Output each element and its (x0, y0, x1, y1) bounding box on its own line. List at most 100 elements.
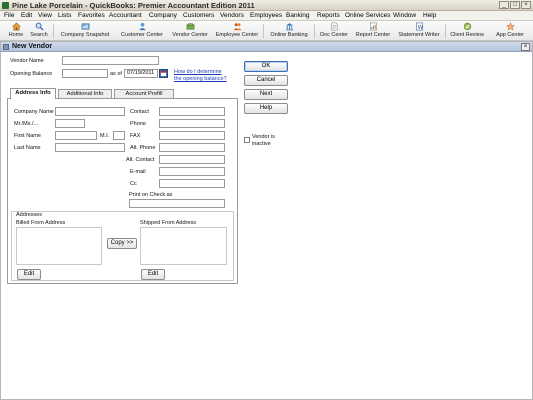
dialog-title-bar: New Vendor × (1, 42, 532, 52)
opening-balance-input[interactable] (62, 69, 108, 78)
app-center-icon (505, 22, 515, 31)
form-icon (3, 44, 9, 50)
toolbar-separator (263, 24, 264, 38)
quickbooks-logo-icon (2, 2, 9, 9)
toolbar-doc-center-button[interactable]: Doc Center (317, 22, 351, 40)
mr-ms-label: Mr./Ms./... (14, 121, 39, 127)
menu-online-services[interactable]: Online Services (345, 12, 391, 19)
company-name-label: Company Name (14, 109, 54, 115)
menu-window[interactable]: Window (393, 12, 416, 19)
billed-from-label: Billed From Address (16, 220, 66, 226)
addresses-label: Addresses (16, 212, 42, 218)
tab-address-info[interactable]: Address Info (10, 88, 56, 99)
toolbar-vendor-center-button[interactable]: Vendor Center (168, 22, 212, 40)
cc-input[interactable] (159, 179, 225, 188)
edit-shipped-address-button[interactable]: Edit (141, 269, 165, 280)
menu-edit[interactable]: Edit (21, 12, 32, 19)
report-center-icon (369, 22, 377, 31)
calendar-button[interactable] (159, 69, 168, 78)
menu-reports[interactable]: Reports (317, 12, 340, 19)
first-name-input[interactable] (55, 131, 97, 140)
menu-company[interactable]: Company (149, 12, 177, 19)
mi-input[interactable] (113, 131, 125, 140)
last-name-input[interactable] (55, 143, 125, 152)
statement-writer-icon: W (415, 22, 423, 31)
menu-file[interactable]: File (4, 12, 14, 19)
toolbar-customer-center-button[interactable]: Customer Center (116, 22, 168, 40)
online-banking-icon (285, 23, 293, 31)
company-name-input[interactable] (55, 107, 125, 116)
menu-banking[interactable]: Banking (286, 12, 310, 19)
client-review-icon (463, 22, 471, 31)
opening-balance-help-link-line2[interactable]: the opening balance? (174, 76, 227, 82)
toolbar-separator (445, 24, 446, 38)
menu-employees[interactable]: Employees (250, 12, 282, 19)
menu-favorites[interactable]: Favorites (78, 12, 105, 19)
cancel-button[interactable]: Cancel (244, 75, 288, 86)
shipped-from-label: Shipped From Address (140, 220, 196, 226)
vendor-inactive-checkbox[interactable] (244, 137, 250, 143)
email-input[interactable] (159, 167, 225, 176)
icon-toolbar: Home Search Company Snapshot Customer Ce… (0, 21, 533, 41)
menu-bar: File Edit View Lists Favorites Accountan… (0, 11, 533, 21)
fax-label: FAX (130, 133, 141, 139)
edit-billed-address-button[interactable]: Edit (17, 269, 41, 280)
toolbar-search-button[interactable]: Search (28, 22, 50, 40)
menu-customers[interactable]: Customers (183, 12, 214, 19)
employee-center-icon (233, 23, 241, 31)
toolbar-employee-center-button[interactable]: Employee Center (213, 22, 261, 40)
toolbar-separator (314, 24, 315, 38)
shipped-from-address-box[interactable] (140, 227, 227, 265)
alt-phone-input[interactable] (159, 143, 225, 152)
close-dialog-button[interactable]: × (521, 43, 530, 51)
opening-balance-help-link[interactable]: How do I determine (174, 69, 222, 75)
mr-ms-input[interactable] (55, 119, 85, 128)
toolbar-home-button[interactable]: Home (6, 22, 26, 40)
toolbar-separator (53, 24, 54, 38)
billed-from-address-box[interactable] (16, 227, 102, 265)
copy-address-button[interactable]: Copy >> (107, 238, 137, 249)
menu-help[interactable]: Help (423, 12, 436, 19)
ok-button[interactable]: OK (244, 61, 288, 72)
window-controls: _ □ × (499, 1, 531, 9)
help-button[interactable]: Help (244, 103, 288, 114)
search-icon (35, 22, 44, 31)
svg-text:W: W (417, 25, 423, 31)
toolbar-client-review-button[interactable]: Client Review (447, 22, 487, 40)
alt-contact-label: Alt. Contact (126, 157, 155, 163)
toolbar-statement-writer-button[interactable]: W Statement Writer (395, 22, 443, 40)
customer-center-icon (138, 22, 146, 31)
minimize-button[interactable]: _ (499, 1, 509, 9)
phone-input[interactable] (159, 119, 225, 128)
menu-view[interactable]: View (38, 12, 52, 19)
print-on-check-input[interactable] (129, 199, 225, 208)
toolbar-company-snapshot-button[interactable]: Company Snapshot (56, 22, 114, 40)
vendor-center-icon (186, 23, 194, 30)
menu-accountant[interactable]: Accountant (109, 12, 142, 19)
as-of-label: as of (110, 71, 122, 77)
print-on-check-label: Print on Check as (129, 192, 173, 198)
alt-contact-input[interactable] (159, 155, 225, 164)
first-name-label: First Name (14, 133, 41, 139)
toolbar-report-center-button[interactable]: Report Center (353, 22, 393, 40)
close-app-button[interactable]: × (521, 1, 531, 9)
maximize-button[interactable]: □ (510, 1, 520, 9)
contact-input[interactable] (159, 107, 225, 116)
menu-lists[interactable]: Lists (58, 12, 71, 19)
app-title-bar: Pine Lake Porcelain - QuickBooks: Premie… (0, 0, 533, 11)
vendor-name-input[interactable] (62, 56, 159, 65)
toolbar-app-center-button[interactable]: App Center (492, 22, 528, 40)
toolbar-online-banking-button[interactable]: Online Banking (266, 22, 312, 40)
address-info-panel: Company Name Mr./Ms./... First Name M.I.… (7, 98, 238, 284)
contact-label: Contact (130, 109, 149, 115)
fax-input[interactable] (159, 131, 225, 140)
home-icon (11, 22, 21, 31)
new-vendor-window: New Vendor × Vendor Name Opening Balance… (0, 41, 533, 400)
calendar-icon (160, 71, 167, 77)
cc-label: Cc (130, 181, 137, 187)
dialog-title: New Vendor (12, 43, 53, 50)
as-of-date-input[interactable]: 07/19/2011 (124, 69, 158, 78)
menu-vendors[interactable]: Vendors (220, 12, 244, 19)
next-button[interactable]: Next (244, 89, 288, 100)
phone-label: Phone (130, 121, 146, 127)
